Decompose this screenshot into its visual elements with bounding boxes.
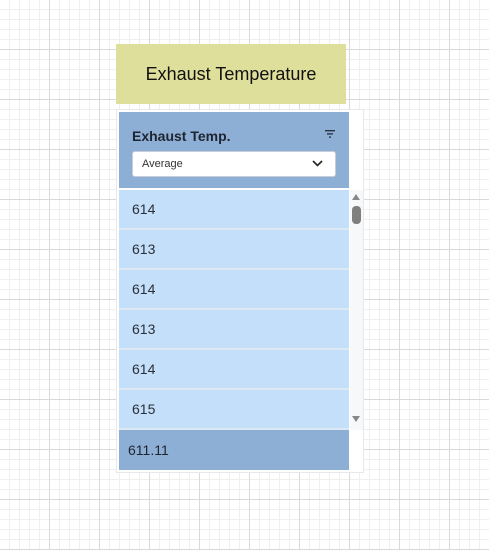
- chevron-down-icon: [312, 160, 323, 167]
- list-item[interactable]: 613: [119, 230, 349, 270]
- list-item-value: 614: [132, 201, 156, 217]
- aggregate-footer: 611.11: [119, 430, 349, 470]
- list-item[interactable]: 614: [119, 270, 349, 310]
- list-item-value: 613: [132, 241, 156, 257]
- data-column-widget: Exhaust Temp. Average 614 613 614 613 61…: [116, 109, 364, 473]
- list-item-value: 614: [132, 361, 156, 377]
- value-list: 614 613 614 613 614 615: [119, 190, 349, 430]
- vertical-scrollbar[interactable]: [350, 190, 363, 430]
- list-item-value: 613: [132, 321, 156, 337]
- list-item[interactable]: 614: [119, 190, 349, 230]
- list-item-value: 615: [132, 401, 156, 417]
- title-card-label: Exhaust Temperature: [145, 63, 317, 84]
- list-item[interactable]: 613: [119, 310, 349, 350]
- list-item[interactable]: 615: [119, 390, 349, 430]
- aggregation-select[interactable]: Average: [132, 151, 336, 177]
- aggregate-value: 611.11: [128, 442, 169, 458]
- scrollbar-thumb[interactable]: [352, 206, 361, 224]
- list-item-value: 614: [132, 281, 156, 297]
- title-card: Exhaust Temperature: [116, 44, 346, 104]
- aggregation-select-value: Average: [142, 158, 183, 170]
- filter-icon[interactable]: [325, 130, 335, 138]
- arrow-up-icon[interactable]: [352, 194, 360, 200]
- list-item[interactable]: 614: [119, 350, 349, 390]
- column-title: Exhaust Temp.: [132, 128, 231, 144]
- arrow-down-icon[interactable]: [352, 416, 360, 422]
- column-header: Exhaust Temp. Average: [119, 112, 349, 188]
